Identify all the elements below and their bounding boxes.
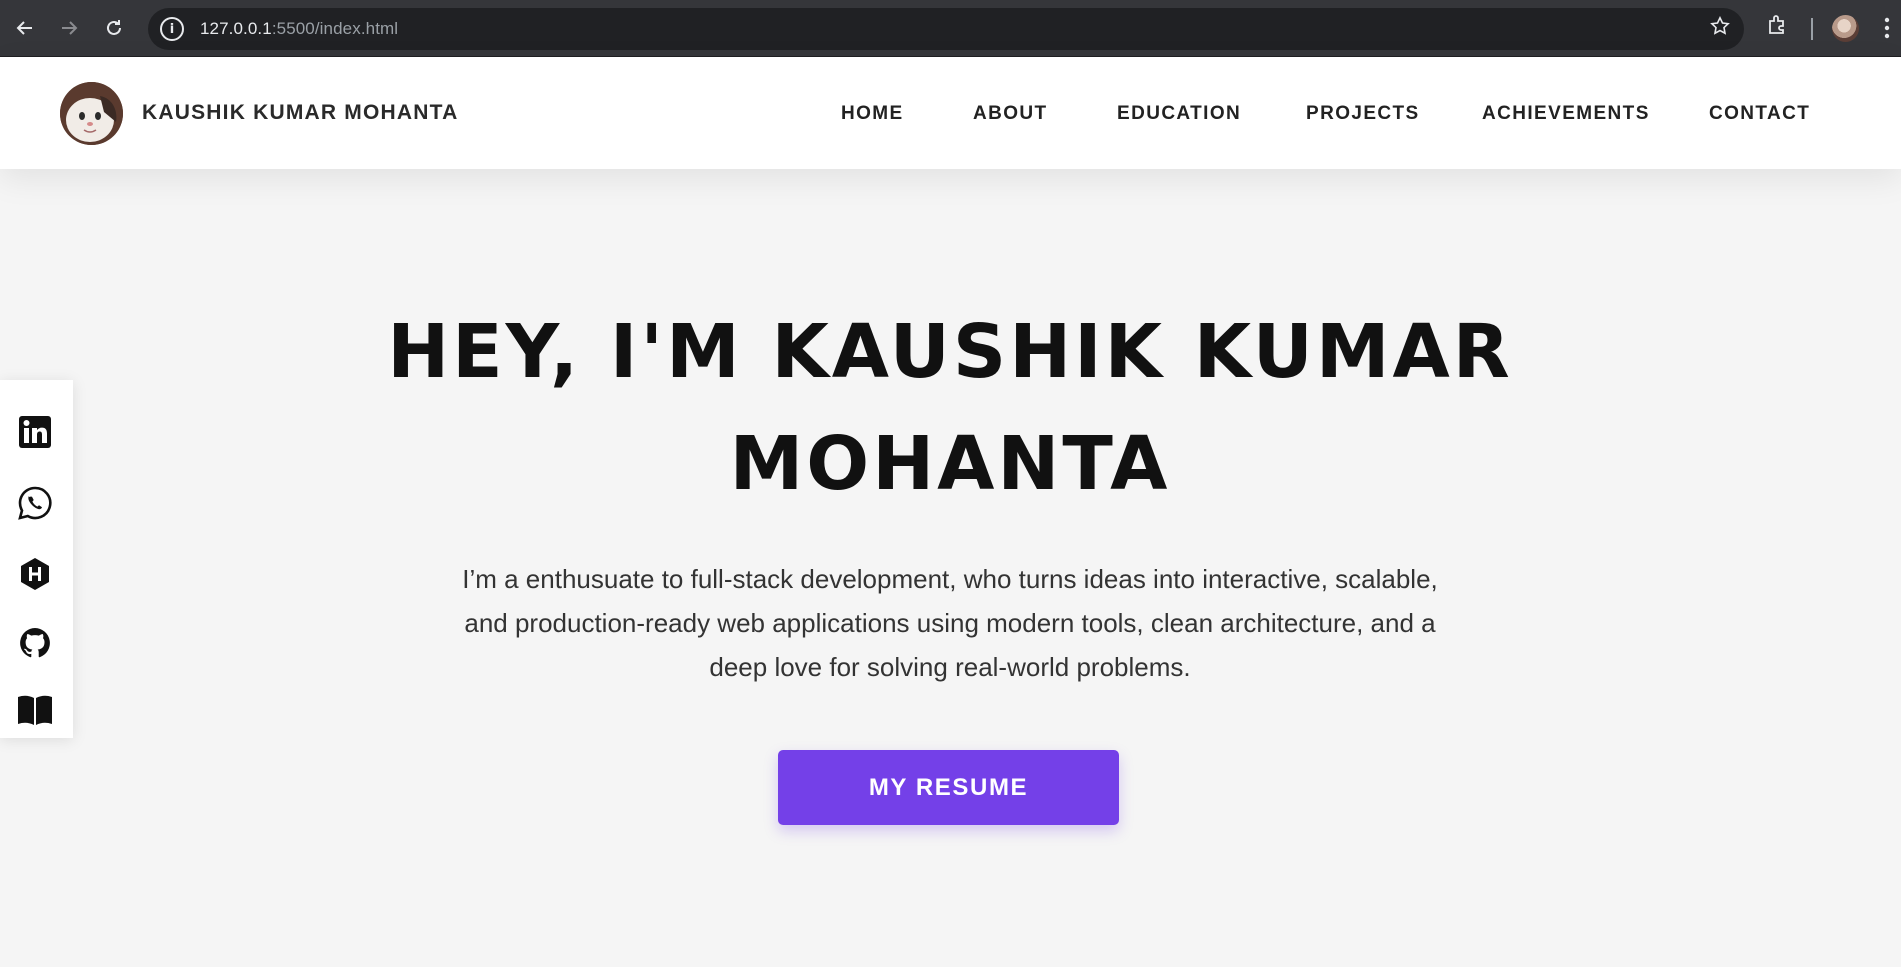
nav-education[interactable]: EDUCATION [1117, 103, 1241, 125]
logo-avatar[interactable] [60, 82, 123, 145]
reload-button[interactable] [96, 10, 132, 46]
arrow-left-icon [16, 21, 32, 35]
menu-dots-icon[interactable] [1884, 16, 1890, 45]
hashnode-icon[interactable] [17, 556, 53, 592]
hero-title: HEY, I'M KAUSHIK KUMAR MOHANTA [387, 309, 1513, 507]
reload-icon [107, 20, 121, 35]
bookmark-star-icon[interactable] [1710, 15, 1730, 42]
back-button[interactable] [7, 10, 43, 46]
url-text: 127.0.0.1:5500/index.html [200, 19, 398, 39]
nav-home[interactable]: HOME [841, 103, 904, 125]
nav-about[interactable]: ABOUT [973, 103, 1048, 125]
github-icon[interactable] [17, 625, 53, 661]
forward-button[interactable] [51, 10, 87, 46]
url-host: 127.0.0.1 [200, 19, 272, 38]
hero-description: I’m a enthusuate to full-stack developme… [462, 564, 1438, 682]
nav-achievements[interactable]: ACHIEVEMENTS [1482, 103, 1650, 125]
cat-avatar-image [60, 82, 123, 145]
browser-toolbar: i 127.0.0.1:5500/index.html [0, 0, 1901, 57]
site-info-icon[interactable]: i [160, 17, 184, 41]
linkedin-icon[interactable] [17, 414, 53, 450]
extensions-icon[interactable] [1766, 12, 1790, 41]
arrow-right-icon [62, 21, 78, 35]
url-path: :5500/index.html [271, 19, 399, 38]
nav-contact[interactable]: CONTACT [1709, 103, 1810, 125]
resume-button[interactable]: MY RESUME [778, 750, 1119, 825]
nav-projects[interactable]: PROJECTS [1306, 103, 1420, 125]
address-bar[interactable]: i 127.0.0.1:5500/index.html [148, 8, 1744, 50]
whatsapp-icon[interactable] [17, 485, 53, 521]
book-icon[interactable] [17, 692, 53, 728]
brand-name[interactable]: KAUSHIK KUMAR MOHANTA [142, 101, 458, 125]
profile-avatar[interactable] [1832, 15, 1859, 42]
toolbar-separator [1811, 18, 1813, 40]
social-sidebar [0, 380, 73, 738]
site-header: KAUSHIK KUMAR MOHANTA HOME ABOUT EDUCATI… [0, 57, 1901, 169]
